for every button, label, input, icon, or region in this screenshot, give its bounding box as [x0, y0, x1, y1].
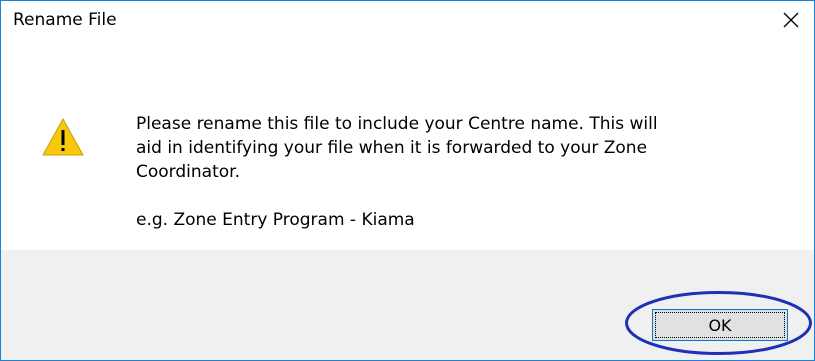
ok-button[interactable]: OK	[652, 309, 788, 341]
dialog-content: Please rename this file to include your …	[1, 39, 814, 250]
rename-file-dialog: Rename File Please rename this file to i…	[0, 0, 815, 361]
message-line: Please rename this file to include your …	[136, 114, 658, 134]
message-line: Coordinator.	[136, 162, 240, 182]
warning-triangle-icon	[42, 117, 84, 156]
dialog-title: Rename File	[13, 10, 117, 30]
dialog-message: Please rename this file to include your …	[136, 112, 786, 232]
ok-button-label: OK	[708, 315, 732, 335]
button-bar: OK	[1, 250, 814, 360]
close-icon	[783, 12, 799, 28]
title-bar: Rename File	[1, 1, 814, 39]
example-text: e.g. Zone Entry Program - Kiama	[136, 210, 415, 230]
close-button[interactable]	[768, 1, 814, 39]
message-line: aid in identifying your file when it is …	[136, 138, 648, 158]
